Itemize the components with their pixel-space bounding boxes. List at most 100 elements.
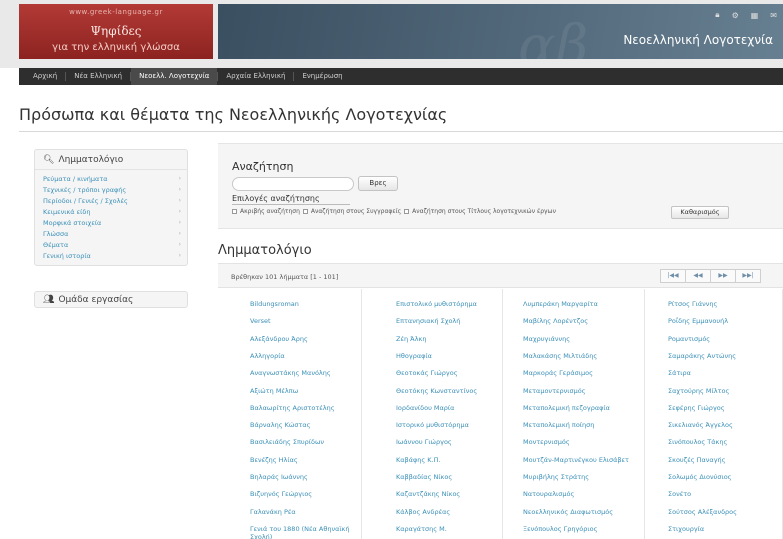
first-page-button[interactable]: |◀◀ <box>660 269 686 283</box>
lexicon-term[interactable]: Ιστορικό μυθιστόρημα <box>396 421 486 429</box>
title-divider <box>19 131 783 132</box>
sidebar-item[interactable]: Τεχνικές / τρόποι γραφής › <box>35 184 187 195</box>
lexicon-term[interactable]: Θεοτοκάς Γιώργος <box>396 369 486 377</box>
lexicon-term[interactable]: Ιωάννου Γιώργος <box>396 438 486 446</box>
prev-page-button[interactable]: ◀◀ <box>685 269 711 283</box>
titles-search-checkbox[interactable] <box>404 209 410 214</box>
lexicon-term[interactable]: Σεφέρης Γιώργος <box>668 404 768 412</box>
lexicon-term[interactable]: Σούτσος Αλέξανδρος <box>668 508 768 516</box>
lexicon-term[interactable]: Σάτιρα <box>668 369 768 377</box>
nav-item-news[interactable]: Ενημέρωση <box>294 68 350 85</box>
top-icons: 🔒︎ ⚙ ▦ ✉ <box>715 8 783 22</box>
lexicon-term[interactable]: Σινόπουλος Τάκης <box>668 438 768 446</box>
lexicon-term[interactable]: Αξιώτη Μέλπω <box>250 387 358 395</box>
sidebar-item-label: Θέματα <box>43 240 69 249</box>
lexicon-term[interactable]: Ροΐδης Εμμανουήλ <box>668 317 768 325</box>
site-logo[interactable]: www.greek-language.gr Ψηφίδες για την ελ… <box>19 4 213 59</box>
exact-search-checkbox[interactable] <box>232 209 237 214</box>
sidebar-team[interactable]: 👥︎ Ομάδα εργασίας <box>34 291 188 308</box>
lexicon-term[interactable]: Bildungsroman <box>250 300 358 308</box>
lexicon-term[interactable]: Αναγνωστάκης Μανόλης <box>250 369 358 377</box>
chevron-right-icon: › <box>178 197 181 204</box>
lexicon-term[interactable]: Μουτζάν-Μαρτινέγκου Ελισάβετ <box>523 456 633 464</box>
lexicon-term[interactable]: Επτανησιακή Σχολή <box>396 317 486 325</box>
nav-item-modern-greek[interactable]: Νέα Ελληνική <box>66 68 130 85</box>
sidebar-item[interactable]: Περίοδοι / Γενιές / Σχολές › <box>35 195 187 206</box>
nav-item-ancient-greek[interactable]: Αρχαία Ελληνική <box>218 68 293 85</box>
lexicon-term[interactable]: Σαχτούρης Μίλτος <box>668 387 768 395</box>
authors-search-checkbox[interactable] <box>302 209 308 214</box>
sidebar-item[interactable]: Θέματα › <box>35 239 187 250</box>
lexicon-term[interactable]: Νεοελληνικός Διαφωτισμός <box>523 508 633 516</box>
grid-icon[interactable]: ▦ <box>751 11 759 20</box>
lexicon-term[interactable]: Γενιά του 1880 (Νέα Αθηναϊκή Σχολή) <box>250 525 358 539</box>
lexicon-term[interactable]: Καβάφης Κ.Π. <box>396 456 486 464</box>
lexicon-term[interactable]: Ξενόπουλος Γρηγόριος <box>523 525 633 533</box>
lexicon-term[interactable]: Μαλακάσης Μιλτιάδης <box>523 352 633 360</box>
lexicon-term[interactable]: Καζαντζάκης Νίκος <box>396 490 486 498</box>
sidebar-heading-label: Λημματολόγιο <box>58 154 124 165</box>
last-page-button[interactable]: ▶▶| <box>735 269 761 283</box>
lexicon-term[interactable]: Λυμπεράκη Μαργαρίτα <box>523 300 633 308</box>
lexicon-term[interactable]: Βάρναλης Κώστας <box>250 421 358 429</box>
sidebar-lexicon: 🔍︎ Λημματολόγιο Ρεύματα / κινήματα › Τεχν… <box>34 149 188 266</box>
search-options-title: Επιλογές αναζήτησης <box>232 194 320 203</box>
lexicon-term[interactable]: Βιζυηνός Γεώργιος <box>250 490 358 498</box>
lexicon-grid: Bildungsroman Verset Αλεξάνδρου Άρης Αλληγο… <box>218 289 783 539</box>
lexicon-term[interactable]: Σαμαράκης Αντώνης <box>668 352 768 360</box>
lexicon-term[interactable]: Αλεξάνδρου Άρης <box>250 335 358 343</box>
lexicon-term[interactable]: Σολωμός Διονύσιος <box>668 473 768 481</box>
lexicon-term[interactable]: Μαρκοράς Γεράσιμος <box>523 369 633 377</box>
chevron-right-icon: › <box>178 219 181 226</box>
chevron-right-icon: › <box>178 230 181 237</box>
sidebar-item[interactable]: Μορφικά στοιχεία › <box>35 217 187 228</box>
sidebar-item[interactable]: Ρεύματα / κινήματα › <box>35 173 187 184</box>
lexicon-term[interactable]: Γαλανάκη Ρέα <box>250 508 358 516</box>
lexicon-term[interactable]: Βενέζης Ηλίας <box>250 456 358 464</box>
lexicon-term[interactable]: Νατουραλισμός <box>523 490 633 498</box>
sidebar-item[interactable]: Γενική ιστορία › <box>35 250 187 261</box>
lexicon-term[interactable]: Βασιλειάδης Σπυρίδων <box>250 438 358 446</box>
lexicon-term[interactable]: Ηθογραφία <box>396 352 486 360</box>
lexicon-term[interactable]: Θεοτόκης Κωνσταντίνος <box>396 387 486 395</box>
search-button[interactable]: Βρες <box>358 176 398 191</box>
nav-item-literature[interactable]: Νεοελλ. Λογοτεχνία <box>131 68 218 85</box>
sidebar-item[interactable]: Κειμενικά είδη › <box>35 206 187 217</box>
lexicon-term[interactable]: Σονέτο <box>668 490 768 498</box>
lexicon-term[interactable]: Κάλβος Ανδρέας <box>396 508 486 516</box>
lexicon-term[interactable]: Μυριβήλης Στράτης <box>523 473 633 481</box>
lexicon-term[interactable]: Σκουζές Παναγής <box>668 456 768 464</box>
sidebar-item[interactable]: Γλώσσα › <box>35 228 187 239</box>
lexicon-term[interactable]: Στιχουργία <box>668 525 768 533</box>
lexicon-term[interactable]: Verset <box>250 317 358 325</box>
lexicon-term[interactable]: Μεταπολεμική πεζογραφία <box>523 404 633 412</box>
lexicon-term[interactable]: Μεταπολεμική ποίηση <box>523 421 633 429</box>
lexicon-term[interactable]: Ρίτσος Γιάννης <box>668 300 768 308</box>
next-page-button[interactable]: ▶▶ <box>710 269 736 283</box>
lexicon-term[interactable]: Μαβίλης Λορέντζος <box>523 317 633 325</box>
nav-item-home[interactable]: Αρχική <box>25 68 65 85</box>
main-nav: Αρχική Νέα Ελληνική Νεοελλ. Λογοτεχνία Α… <box>19 68 783 85</box>
lexicon-term[interactable]: Καραγάτσης Μ. <box>396 525 486 533</box>
exact-search-label: Ακριβής αναζήτηση <box>240 208 300 215</box>
search-input[interactable] <box>232 177 354 191</box>
sidebar-heading[interactable]: 🔍︎ Λημματολόγιο <box>35 150 187 170</box>
lexicon-term[interactable]: Σικελιανός Άγγελος <box>668 421 768 429</box>
lexicon-term[interactable]: Ιορδανίδου Μαρία <box>396 404 486 412</box>
lexicon-term[interactable]: Επιστολικό μυθιστόρημα <box>396 300 486 308</box>
clear-button[interactable]: Καθαρισμός <box>671 206 729 219</box>
lock-icon[interactable]: 🔒︎ <box>715 10 719 20</box>
sidebar-team-label: Ομάδα εργασίας <box>58 294 134 305</box>
lexicon-term[interactable]: Μεταμοντερνισμός <box>523 387 633 395</box>
chevron-right-icon: › <box>178 175 181 182</box>
mail-icon[interactable]: ✉ <box>770 11 777 20</box>
lexicon-term[interactable]: Ρομαντισμός <box>668 335 768 343</box>
lexicon-term[interactable]: Καββαδίας Νίκος <box>396 473 486 481</box>
lexicon-term[interactable]: Αλληγορία <box>250 352 358 360</box>
lexicon-term[interactable]: Ζέη Άλκη <box>396 335 486 343</box>
gear-icon[interactable]: ⚙ <box>732 11 739 20</box>
lexicon-term[interactable]: Μοντερνισμός <box>523 438 633 446</box>
lexicon-term[interactable]: Βαλαωρίτης Αριστοτέλης <box>250 404 358 412</box>
lexicon-term[interactable]: Βηλαράς Ιωάννης <box>250 473 358 481</box>
lexicon-term[interactable]: Μαχρυγιάννης <box>523 335 633 343</box>
